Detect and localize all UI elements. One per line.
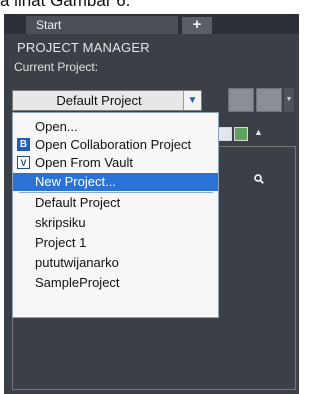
menu-item-project-1[interactable]: Project 1 (13, 234, 218, 252)
tab-start[interactable]: Start (26, 16, 178, 34)
vault-icon: V (17, 156, 30, 169)
add-tab-button[interactable]: + (182, 17, 212, 34)
chevron-down-icon[interactable]: ▼ (183, 91, 201, 110)
refresh-icon[interactable] (234, 127, 248, 141)
current-project-value: Default Project (56, 93, 142, 108)
copy-icon[interactable] (218, 127, 232, 141)
menu-item-label: Open... (35, 119, 78, 134)
background-document-text: a lihat Gambar 6. (0, 0, 131, 10)
menu-item-skripsiku[interactable]: skripsiku (13, 214, 218, 232)
menu-item-label: Default Project (35, 195, 121, 210)
menu-item-open[interactable]: Open... (13, 118, 218, 136)
menu-item-label: Open From Vault (35, 155, 134, 170)
tab-bar: Start + (4, 14, 299, 34)
menu-item-open-collaboration-project[interactable]: B Open Collaboration Project (13, 136, 218, 154)
menu-item-new-project[interactable]: New Project... (13, 173, 218, 191)
menu-item-label: Open Collaboration Project (35, 137, 192, 152)
project-dropdown-menu: Open... B Open Collaboration Project V O… (12, 112, 219, 318)
menu-item-label: New Project... (35, 174, 116, 189)
project-properties-icon[interactable] (228, 88, 254, 112)
caret-down-icon[interactable]: ▼ (284, 88, 294, 112)
menu-item-label: skripsiku (35, 215, 86, 230)
project-tools-group: ▼ (228, 88, 294, 113)
menu-item-default-project[interactable]: Default Project (13, 194, 218, 212)
collaboration-icon: B (17, 138, 30, 151)
current-project-label: Current Project: (14, 60, 99, 74)
menu-item-label: Project 1 (35, 235, 87, 250)
menu-item-sampleproject[interactable]: SampleProject (13, 274, 218, 292)
menu-item-label: pututwijanarko (35, 255, 119, 270)
panel-title: PROJECT MANAGER (17, 40, 150, 55)
menu-item-label: SampleProject (35, 275, 120, 290)
current-project-combo[interactable]: Default Project ▼ (12, 90, 202, 111)
menu-item-pututwijanarko[interactable]: pututwijanarko (13, 254, 218, 272)
autocad-project-manager-window: Start + PROJECT MANAGER Current Project:… (4, 14, 299, 394)
search-icon[interactable] (254, 174, 264, 184)
menu-item-open-from-vault[interactable]: V Open From Vault (13, 154, 218, 172)
project-browser-icon[interactable] (256, 88, 282, 112)
menu-separator (19, 192, 213, 193)
collapse-up-icon[interactable]: ▲ (254, 127, 263, 137)
